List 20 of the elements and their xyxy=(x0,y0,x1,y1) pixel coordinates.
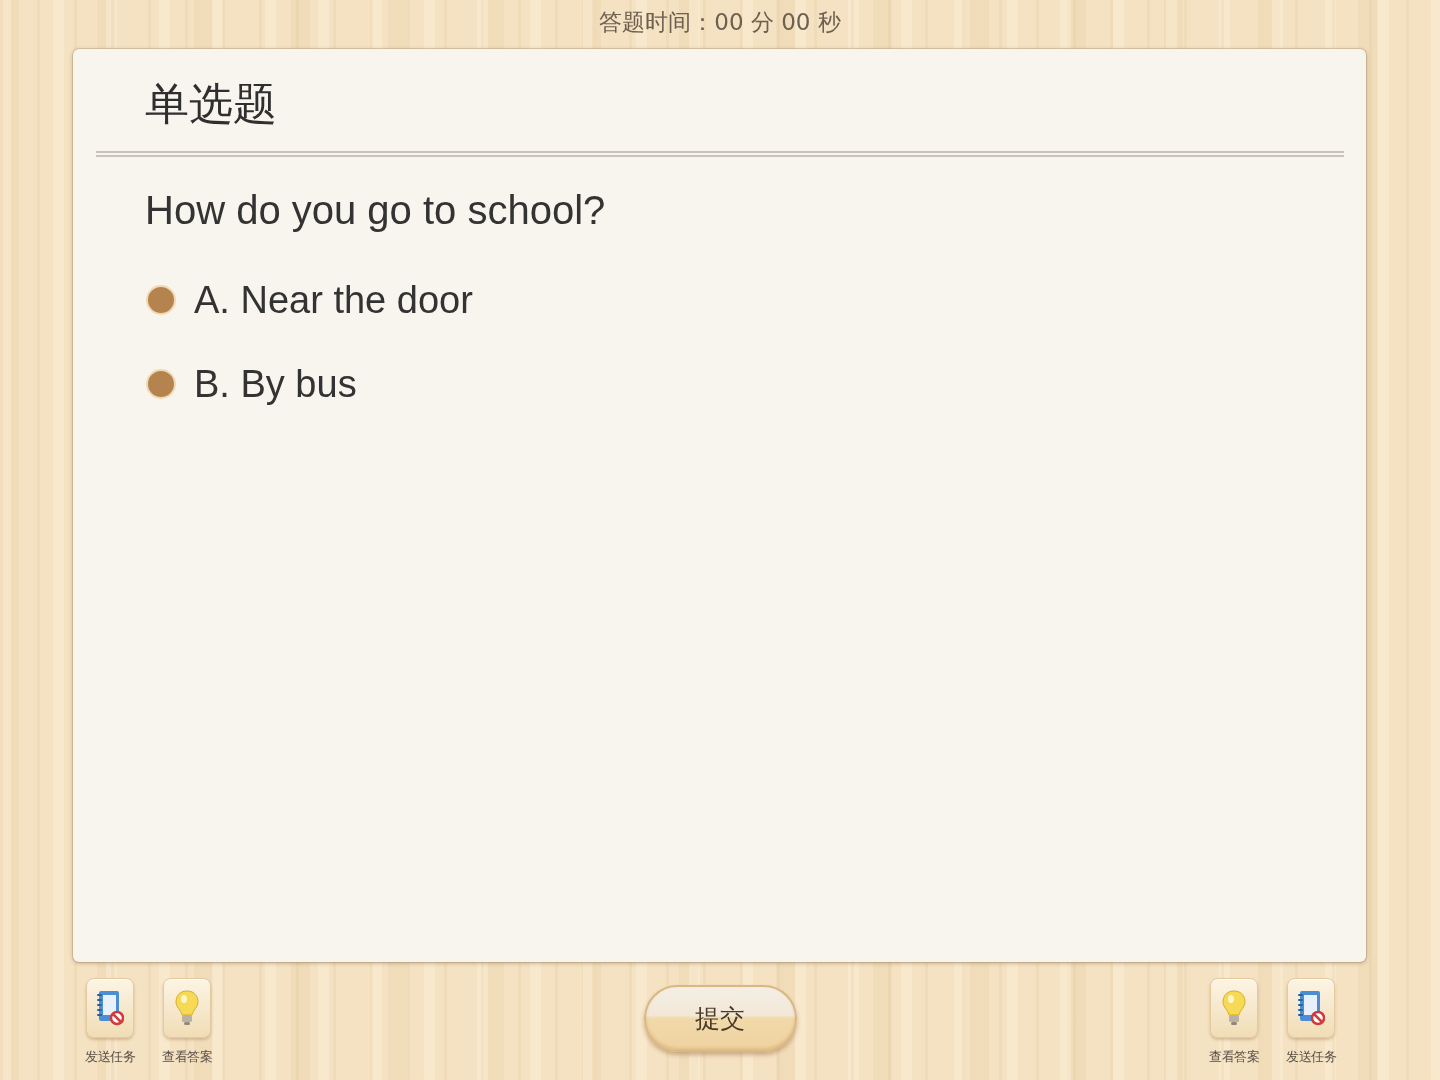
radio-button[interactable] xyxy=(146,369,176,399)
notebook-icon xyxy=(96,990,124,1026)
view-answer-button[interactable] xyxy=(163,978,211,1038)
answer-timer: 答题时间：00 分 00 秒 xyxy=(599,8,841,37)
send-task-button[interactable] xyxy=(1287,978,1335,1038)
question-text: How do you go to school? xyxy=(145,187,606,234)
view-answer-button[interactable] xyxy=(1210,978,1258,1038)
tool-label: 查看答案 xyxy=(1209,1048,1259,1066)
tool-label: 发送任务 xyxy=(1286,1048,1336,1066)
tool-label: 发送任务 xyxy=(85,1048,135,1066)
question-type-title: 单选题 xyxy=(145,77,277,131)
light-bulb-icon xyxy=(175,990,199,1026)
option-label[interactable]: B. By bus xyxy=(194,359,357,409)
radio-button[interactable] xyxy=(146,285,176,315)
send-task-button[interactable] xyxy=(86,978,134,1038)
notebook-icon xyxy=(1297,990,1325,1026)
option-label[interactable]: A. Near the door xyxy=(194,275,473,325)
tool-label: 查看答案 xyxy=(162,1048,212,1066)
light-bulb-icon xyxy=(1222,990,1246,1026)
submit-button[interactable]: 提交 xyxy=(643,985,797,1052)
